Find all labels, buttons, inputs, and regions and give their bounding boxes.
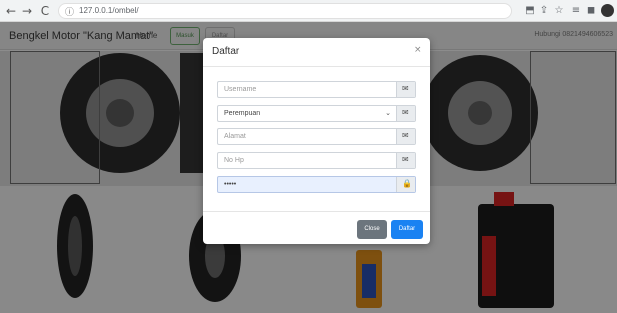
- username-field[interactable]: Username ✉: [217, 81, 416, 98]
- profile-avatar[interactable]: [601, 4, 614, 17]
- password-addon: 🔒: [396, 177, 415, 192]
- address-url: 127.0.0.1/ombel/: [79, 6, 139, 15]
- envelope-icon: ✉: [402, 155, 409, 164]
- close-button[interactable]: Close: [357, 220, 387, 239]
- nohp-placeholder: No Hp: [224, 157, 244, 164]
- modal-title: Daftar: [212, 46, 240, 57]
- daftar-modal: Daftar × Username ✉ Perempuan ⌄ ✉ Alamat…: [203, 38, 430, 244]
- install-icon[interactable]: ⬒: [524, 4, 536, 17]
- reading-list-icon[interactable]: ≡: [570, 4, 582, 17]
- browser-window: ← → C ⓘ 127.0.0.1/ombel/ ⬒ ⇪ ☆ ≡ ◼ Bengk…: [0, 0, 617, 313]
- back-icon[interactable]: ←: [4, 4, 18, 18]
- forward-icon[interactable]: →: [20, 4, 34, 18]
- address-bar[interactable]: ⓘ 127.0.0.1/ombel/: [58, 3, 512, 19]
- envelope-icon: ✉: [402, 131, 409, 140]
- gender-selected-value: Perempuan: [224, 110, 261, 117]
- reload-icon[interactable]: C: [38, 4, 52, 18]
- password-field[interactable]: ••••• 🔒: [217, 176, 416, 193]
- alamat-field[interactable]: Alamat ✉: [217, 128, 416, 145]
- modal-footer-divider: [203, 211, 430, 212]
- bookmark-star-icon[interactable]: ☆: [553, 4, 565, 17]
- chevron-down-icon: ⌄: [385, 109, 391, 117]
- sidepanel-icon[interactable]: ◼: [585, 4, 597, 17]
- envelope-icon: ✉: [402, 84, 409, 93]
- alamat-addon: ✉: [396, 129, 415, 144]
- username-addon: ✉: [396, 82, 415, 97]
- browser-toolbar: ← → C ⓘ 127.0.0.1/ombel/ ⬒ ⇪ ☆ ≡ ◼: [0, 0, 617, 22]
- lock-icon: 🔒: [402, 179, 412, 188]
- alamat-placeholder: Alamat: [224, 133, 246, 140]
- share-icon[interactable]: ⇪: [538, 4, 550, 17]
- username-placeholder: Username: [224, 86, 257, 93]
- nohp-field[interactable]: No Hp ✉: [217, 152, 416, 169]
- password-masked-value: •••••: [224, 181, 237, 188]
- nohp-addon: ✉: [396, 153, 415, 168]
- envelope-icon: ✉: [402, 108, 409, 117]
- site-info-icon[interactable]: ⓘ: [65, 5, 74, 18]
- gender-addon: ✉: [396, 106, 415, 121]
- gender-select[interactable]: Perempuan ⌄ ✉: [217, 105, 416, 122]
- modal-header-divider: [203, 66, 430, 67]
- daftar-submit-button[interactable]: Daftar: [391, 220, 423, 239]
- close-icon[interactable]: ×: [414, 45, 422, 55]
